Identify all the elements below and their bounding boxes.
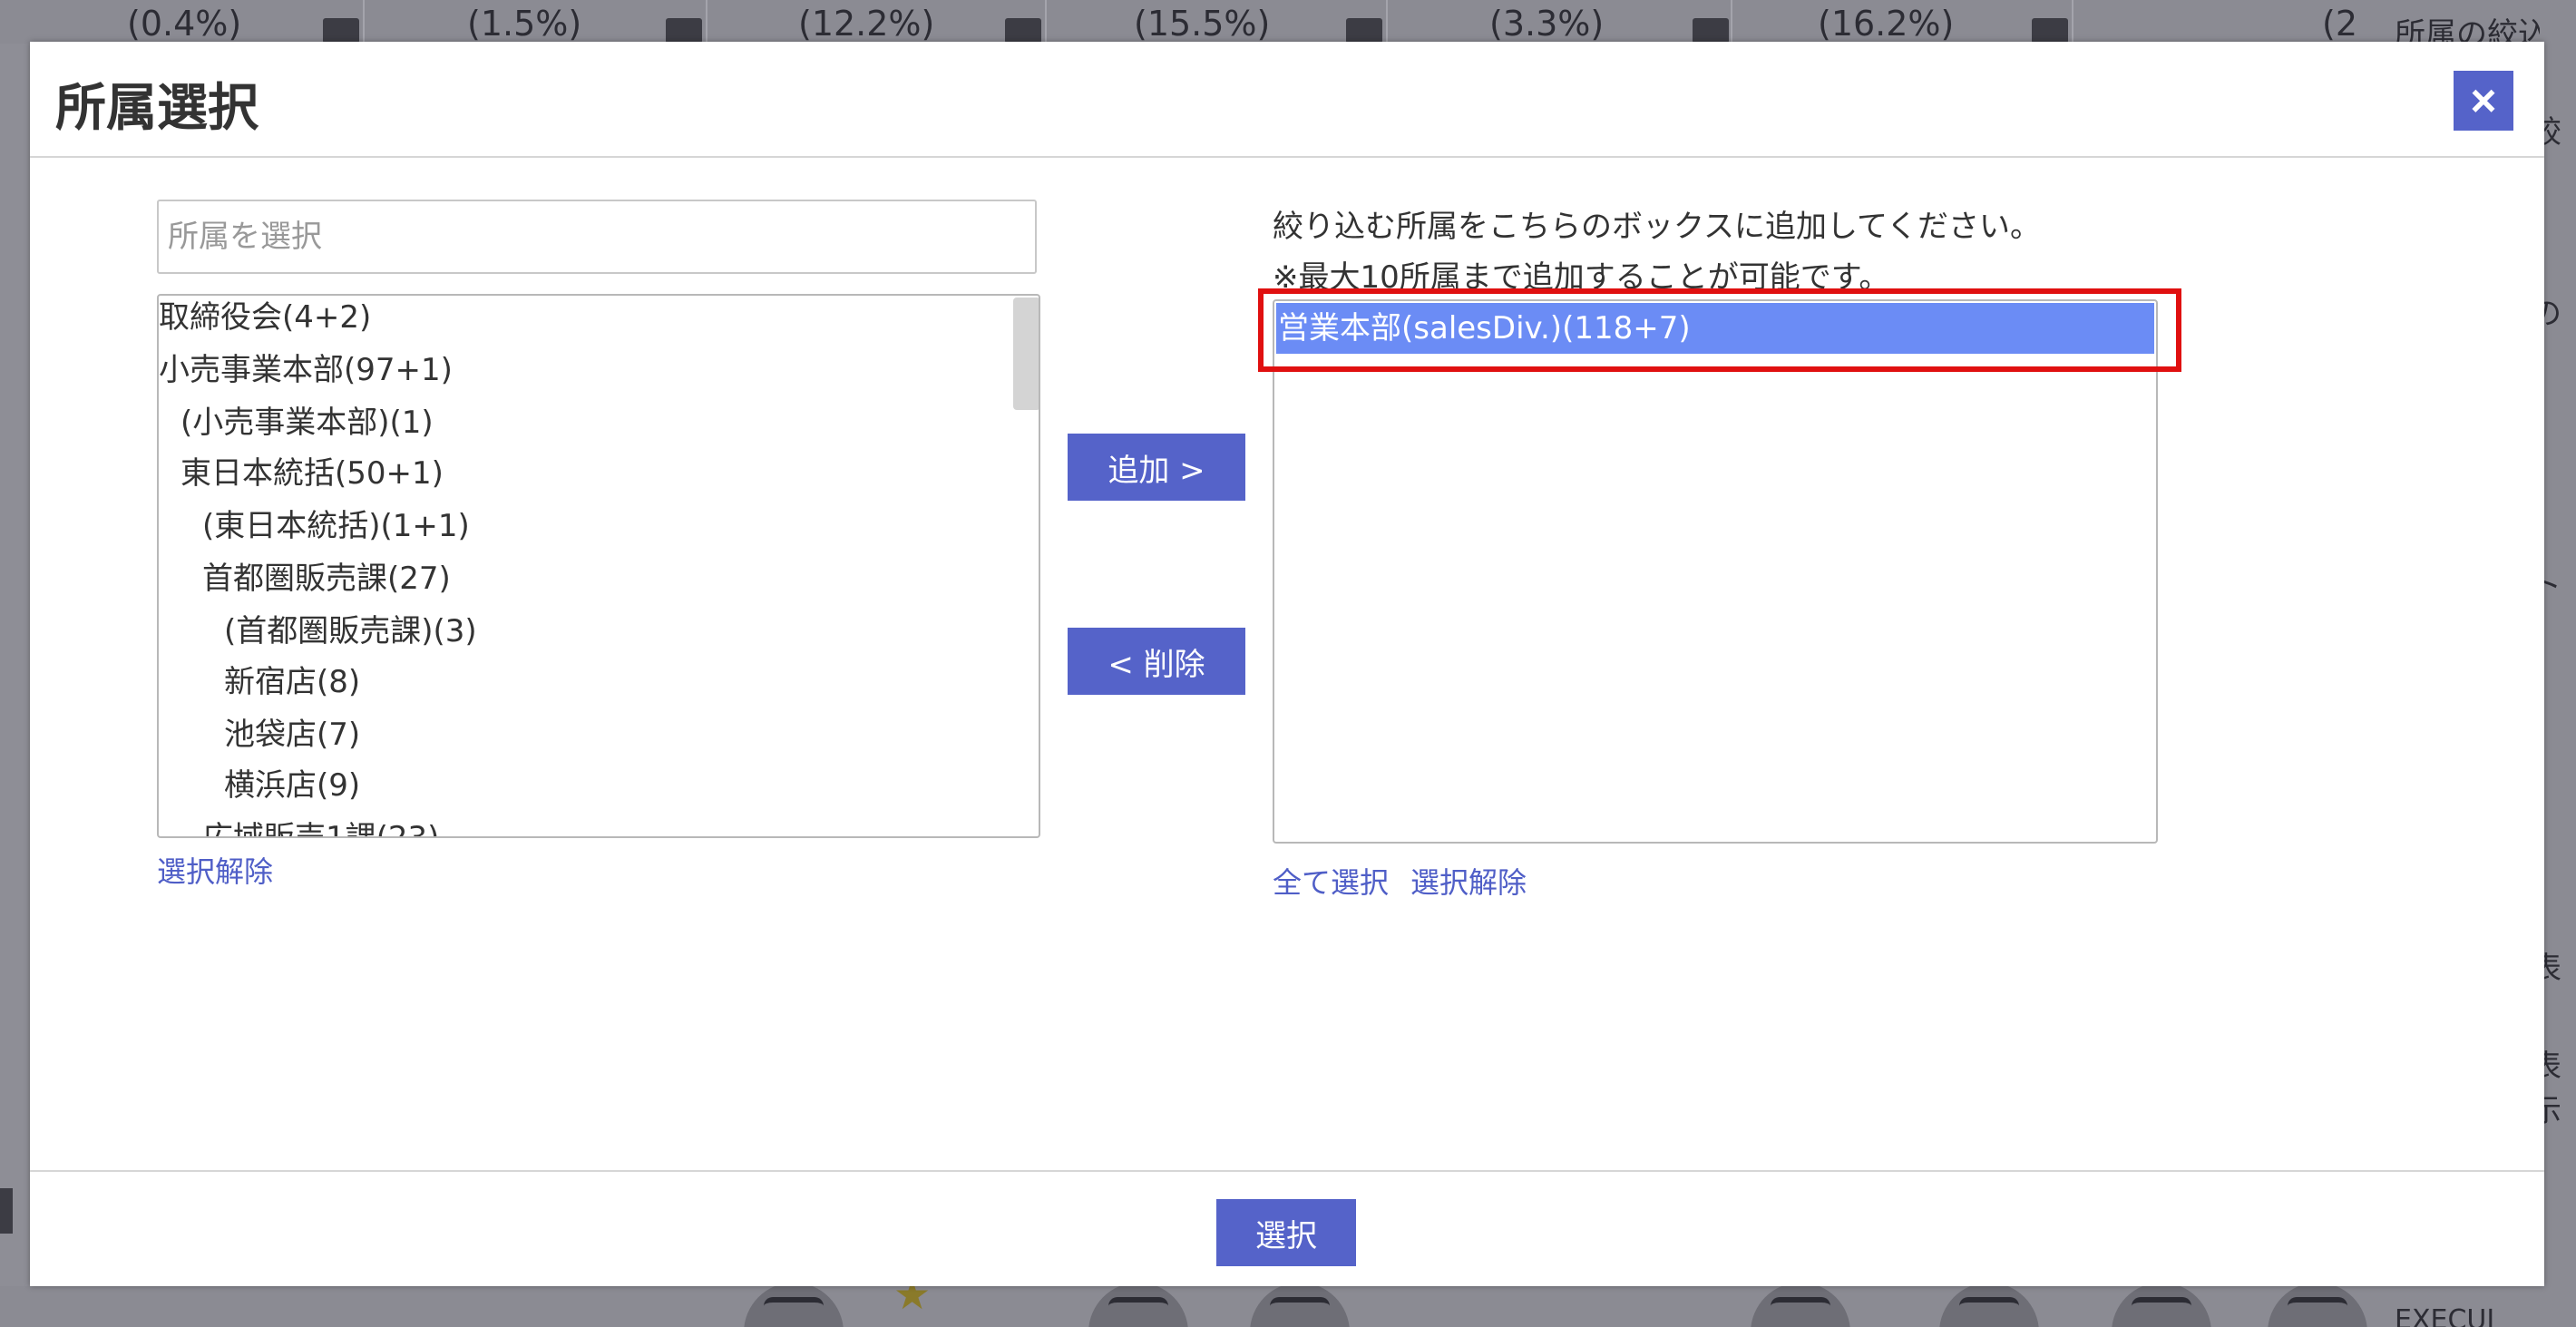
selected-department-list[interactable]: 営業本部(salesDiv.)(118+7) xyxy=(1273,299,2158,844)
bg-percent: (16.2%) xyxy=(1818,4,1955,44)
modal-header: 所属選択 × xyxy=(30,42,2544,158)
modal-title: 所属選択 xyxy=(55,79,259,138)
submit-button[interactable]: 選択 xyxy=(1216,1199,1356,1266)
add-button[interactable]: 追加 > xyxy=(1068,434,1245,501)
edit-icon xyxy=(666,18,702,44)
list-item[interactable]: 首都圏販売課(27) xyxy=(202,561,451,597)
bg-percent: (2 xyxy=(2322,4,2358,44)
list-item[interactable]: 取締役会(4+2) xyxy=(159,299,371,336)
divider xyxy=(1386,0,1388,44)
divider xyxy=(706,0,707,44)
list-item[interactable]: 新宿店(8) xyxy=(224,664,360,700)
bg-percent: (1.5%) xyxy=(467,4,582,44)
edit-icon xyxy=(2032,18,2068,44)
edit-icon xyxy=(323,18,359,44)
selected-list-item[interactable]: 営業本部(salesDiv.)(118+7) xyxy=(1276,303,2154,354)
list-item[interactable]: 小売事業本部(97+1) xyxy=(159,352,453,388)
list-item[interactable]: 池袋店(7) xyxy=(224,717,360,753)
list-item[interactable]: 横浜店(9) xyxy=(224,767,360,804)
list-item[interactable]: (東日本統括)(1+1) xyxy=(202,508,470,544)
edit-icon xyxy=(1346,18,1382,44)
instruction-note: ※最大10所属まで追加することが可能です。 xyxy=(1273,259,1890,296)
right-deselect-link[interactable]: 選択解除 xyxy=(1410,860,1527,902)
background-tab xyxy=(0,1188,13,1234)
list-item[interactable]: 広域販売1課(23) xyxy=(202,820,439,836)
background-stats-bar: (0.4%) (1.5%) (12.2%) (15.5%) (3.3%) (16… xyxy=(0,0,2576,53)
instruction-text: 絞り込む所属をこちらのボックスに追加してください。 xyxy=(1273,209,2041,245)
department-list[interactable]: 取締役会(4+2) 小売事業本部(97+1) (小売事業本部)(1) 東日本統括… xyxy=(157,294,1040,838)
divider xyxy=(1731,0,1732,44)
bg-name-fragment: EXECUI xyxy=(2395,1304,2495,1327)
divider xyxy=(1045,0,1047,44)
close-button[interactable]: × xyxy=(2454,71,2513,131)
list-item[interactable]: 東日本統括(50+1) xyxy=(181,455,444,492)
modal-footer: 選択 xyxy=(30,1170,2544,1286)
bg-percent: (15.5%) xyxy=(1134,4,1271,44)
select-all-link[interactable]: 全て選択 xyxy=(1273,860,1389,902)
edit-icon xyxy=(1005,18,1041,44)
scrollbar-thumb[interactable] xyxy=(1013,298,1039,410)
divider xyxy=(2072,0,2073,44)
department-search-input[interactable] xyxy=(157,200,1037,274)
list-item[interactable]: (小売事業本部)(1) xyxy=(181,405,434,441)
department-select-modal: 所属選択 × 取締役会(4+2) 小売事業本部(97+1) (小売事業本部)(1… xyxy=(30,42,2544,1286)
bg-percent: (0.4%) xyxy=(127,4,242,44)
edit-icon xyxy=(1693,18,1729,44)
remove-button[interactable]: < 削除 xyxy=(1068,628,1245,695)
bg-percent: (12.2%) xyxy=(798,4,935,44)
list-item[interactable]: (首都圏販売課)(3) xyxy=(224,613,477,649)
divider xyxy=(363,0,365,44)
left-deselect-link[interactable]: 選択解除 xyxy=(157,849,273,891)
bg-percent: (3.3%) xyxy=(1489,4,1605,44)
